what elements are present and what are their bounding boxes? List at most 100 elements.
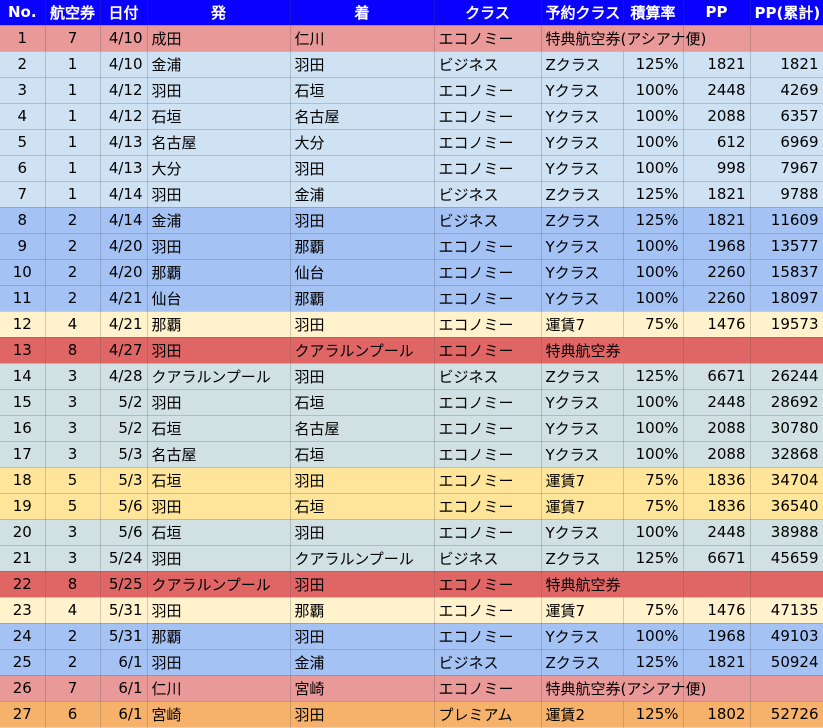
cell-class: ビジネス (434, 545, 542, 572)
cell-no: 14 (0, 363, 46, 390)
cell-no: 21 (0, 545, 46, 572)
header-booking-class: 予約クラス (541, 0, 624, 26)
cell-no: 10 (0, 259, 46, 286)
cell-from: 仙台 (147, 285, 291, 312)
cell-ticket: 3 (45, 363, 101, 390)
cell-pp: 612 (683, 129, 751, 156)
cell-no: 12 (0, 311, 46, 338)
cell-ticket: 2 (45, 259, 101, 286)
cell-pp-cumulative: 26244 (750, 363, 823, 390)
cell-pp-cumulative: 13577 (750, 233, 823, 260)
cell-to: 石垣 (290, 77, 435, 104)
cell-date: 5/31 (100, 597, 148, 624)
cell-class: エコノミー (434, 259, 542, 286)
table-row: 13 8 4/27 羽田 クアラルンプール エコノミー 特典航空券 (0, 337, 823, 364)
cell-date: 4/21 (100, 311, 148, 338)
cell-pp (683, 337, 751, 364)
cell-date: 5/31 (100, 623, 148, 650)
cell-date: 4/21 (100, 285, 148, 312)
cell-to: 羽田 (290, 467, 435, 494)
cell-booking-class: 特典航空券 (541, 337, 684, 364)
cell-no: 3 (0, 77, 46, 104)
cell-no: 24 (0, 623, 46, 650)
cell-booking-class: Yクラス (541, 103, 624, 130)
cell-to: 石垣 (290, 493, 435, 520)
cell-class: エコノミー (434, 103, 542, 130)
cell-booking-class: Yクラス (541, 77, 624, 104)
cell-ticket: 3 (45, 441, 101, 468)
table-row: 8 2 4/14 金浦 羽田 ビジネス Zクラス 125% 1821 11609 (0, 207, 823, 234)
cell-class: ビジネス (434, 181, 542, 208)
cell-to: 那覇 (290, 285, 435, 312)
cell-no: 18 (0, 467, 46, 494)
table-row: 14 3 4/28 クアラルンプール 羽田 ビジネス Zクラス 125% 6671 26244 (0, 363, 823, 390)
cell-booking-class: Zクラス (541, 363, 624, 390)
cell-pp: 1968 (683, 623, 751, 650)
cell-no: 23 (0, 597, 46, 624)
cell-ticket: 7 (45, 25, 101, 52)
cell-pp: 2260 (683, 259, 751, 286)
cell-pp-cumulative: 7967 (750, 155, 823, 182)
cell-from: 名古屋 (147, 129, 291, 156)
cell-to: 羽田 (290, 701, 435, 728)
cell-from: 成田 (147, 25, 291, 52)
cell-pp-cumulative: 47135 (750, 597, 823, 624)
cell-to: 仙台 (290, 259, 435, 286)
cell-pp-cumulative: 52726 (750, 701, 823, 728)
cell-from: 那覇 (147, 623, 291, 650)
cell-rate: 75% (623, 597, 684, 624)
cell-ticket: 2 (45, 623, 101, 650)
cell-from: 羽田 (147, 77, 291, 104)
cell-no: 22 (0, 571, 46, 598)
cell-to: 羽田 (290, 623, 435, 650)
cell-pp-cumulative (750, 675, 823, 702)
cell-booking-class: 運賃7 (541, 493, 624, 520)
cell-class: エコノミー (434, 415, 542, 442)
cell-date: 5/3 (100, 467, 148, 494)
cell-to: 羽田 (290, 311, 435, 338)
cell-no: 13 (0, 337, 46, 364)
cell-no: 4 (0, 103, 46, 130)
cell-pp-cumulative (750, 337, 823, 364)
cell-from: クアラルンプール (147, 363, 291, 390)
cell-booking-class: Yクラス (541, 441, 624, 468)
cell-pp: 1821 (683, 181, 751, 208)
cell-no: 11 (0, 285, 46, 312)
table-row: 12 4 4/21 那覇 羽田 エコノミー 運賃7 75% 1476 19573 (0, 311, 823, 338)
table-row: 1 7 4/10 成田 仁川 エコノミー 特典航空券(アシアナ便) (0, 25, 823, 52)
cell-date: 4/12 (100, 77, 148, 104)
cell-no: 20 (0, 519, 46, 546)
table-row: 25 2 6/1 羽田 金浦 ビジネス Zクラス 125% 1821 50924 (0, 649, 823, 676)
cell-class: エコノミー (434, 311, 542, 338)
cell-pp (683, 571, 751, 598)
cell-no: 2 (0, 51, 46, 78)
cell-rate: 125% (623, 545, 684, 572)
cell-no: 8 (0, 207, 46, 234)
cell-to: 大分 (290, 129, 435, 156)
cell-class: ビジネス (434, 51, 542, 78)
cell-class: エコノミー (434, 675, 542, 702)
cell-ticket: 2 (45, 233, 101, 260)
cell-date: 4/12 (100, 103, 148, 130)
cell-booking-class: 特典航空券 (541, 571, 684, 598)
cell-pp: 2088 (683, 441, 751, 468)
cell-class: プレミアム (434, 701, 542, 728)
cell-ticket: 1 (45, 155, 101, 182)
cell-class: エコノミー (434, 77, 542, 104)
cell-date: 6/1 (100, 701, 148, 728)
cell-date: 4/14 (100, 181, 148, 208)
cell-class: エコノミー (434, 285, 542, 312)
cell-from: 那覇 (147, 311, 291, 338)
cell-booking-class: Yクラス (541, 129, 624, 156)
cell-no: 5 (0, 129, 46, 156)
cell-pp-cumulative: 45659 (750, 545, 823, 572)
cell-from: 名古屋 (147, 441, 291, 468)
cell-pp-cumulative: 19573 (750, 311, 823, 338)
cell-no: 25 (0, 649, 46, 676)
cell-to: 羽田 (290, 51, 435, 78)
table-row: 3 1 4/12 羽田 石垣 エコノミー Yクラス 100% 2448 4269 (0, 77, 823, 104)
cell-from: 石垣 (147, 103, 291, 130)
cell-from: 羽田 (147, 337, 291, 364)
cell-rate: 100% (623, 623, 684, 650)
cell-rate: 100% (623, 519, 684, 546)
